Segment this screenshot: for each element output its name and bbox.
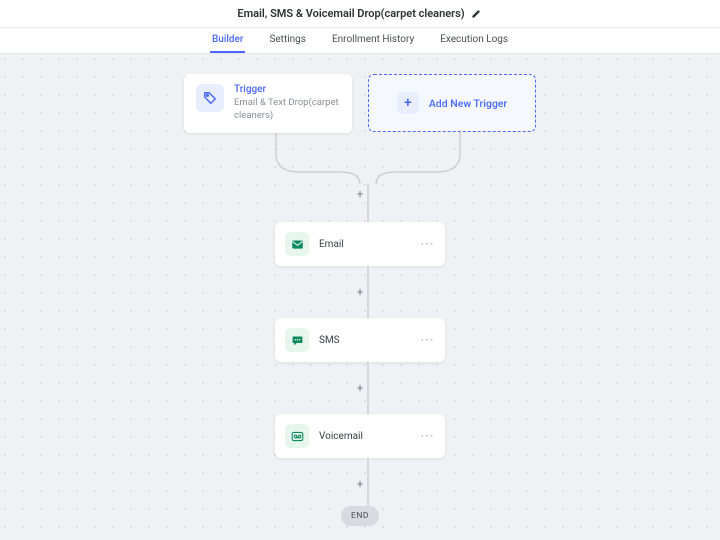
action-label: Voicemail [319, 431, 410, 442]
trigger-title: Trigger [234, 84, 340, 95]
action-label: Email [319, 239, 410, 250]
sms-icon [285, 328, 309, 352]
trigger-card[interactable]: Trigger Email & Text Drop(carpet cleaner… [184, 74, 352, 133]
add-trigger-label: Add New Trigger [429, 97, 507, 110]
voicemail-icon [285, 424, 309, 448]
action-label: SMS [319, 335, 410, 346]
tab-bar: Builder Settings Enrollment History Exec… [0, 28, 720, 54]
add-step-node-1[interactable]: + [353, 285, 367, 299]
end-label: END [351, 511, 369, 521]
action-voicemail[interactable]: Voicemail ⋯ [275, 414, 445, 458]
add-step-node-2[interactable]: + [353, 381, 367, 395]
more-icon[interactable]: ⋯ [420, 332, 435, 348]
tag-icon [196, 84, 224, 112]
end-node: END [341, 506, 379, 526]
action-sms[interactable]: SMS ⋯ [275, 318, 445, 362]
edit-title-icon[interactable] [471, 8, 483, 20]
email-icon [285, 232, 309, 256]
add-step-node-3[interactable]: + [353, 477, 367, 491]
more-icon[interactable]: ⋯ [420, 236, 435, 252]
workflow-canvas[interactable]: Trigger Email & Text Drop(carpet cleaner… [0, 54, 720, 540]
add-step-node-0[interactable]: + [353, 187, 367, 201]
tab-builder[interactable]: Builder [210, 28, 246, 53]
tab-settings[interactable]: Settings [267, 28, 308, 53]
tab-execution-logs[interactable]: Execution Logs [438, 28, 510, 53]
add-trigger-button[interactable]: + Add New Trigger [368, 74, 536, 132]
tab-enrollment-history[interactable]: Enrollment History [330, 28, 416, 53]
action-email[interactable]: Email ⋯ [275, 222, 445, 266]
trigger-subtitle: Email & Text Drop(carpet cleaners) [234, 97, 340, 123]
page-header: Email, SMS & Voicemail Drop(carpet clean… [0, 0, 720, 28]
plus-icon: + [397, 92, 419, 114]
more-icon[interactable]: ⋯ [420, 428, 435, 444]
workflow-title: Email, SMS & Voicemail Drop(carpet clean… [237, 7, 464, 20]
